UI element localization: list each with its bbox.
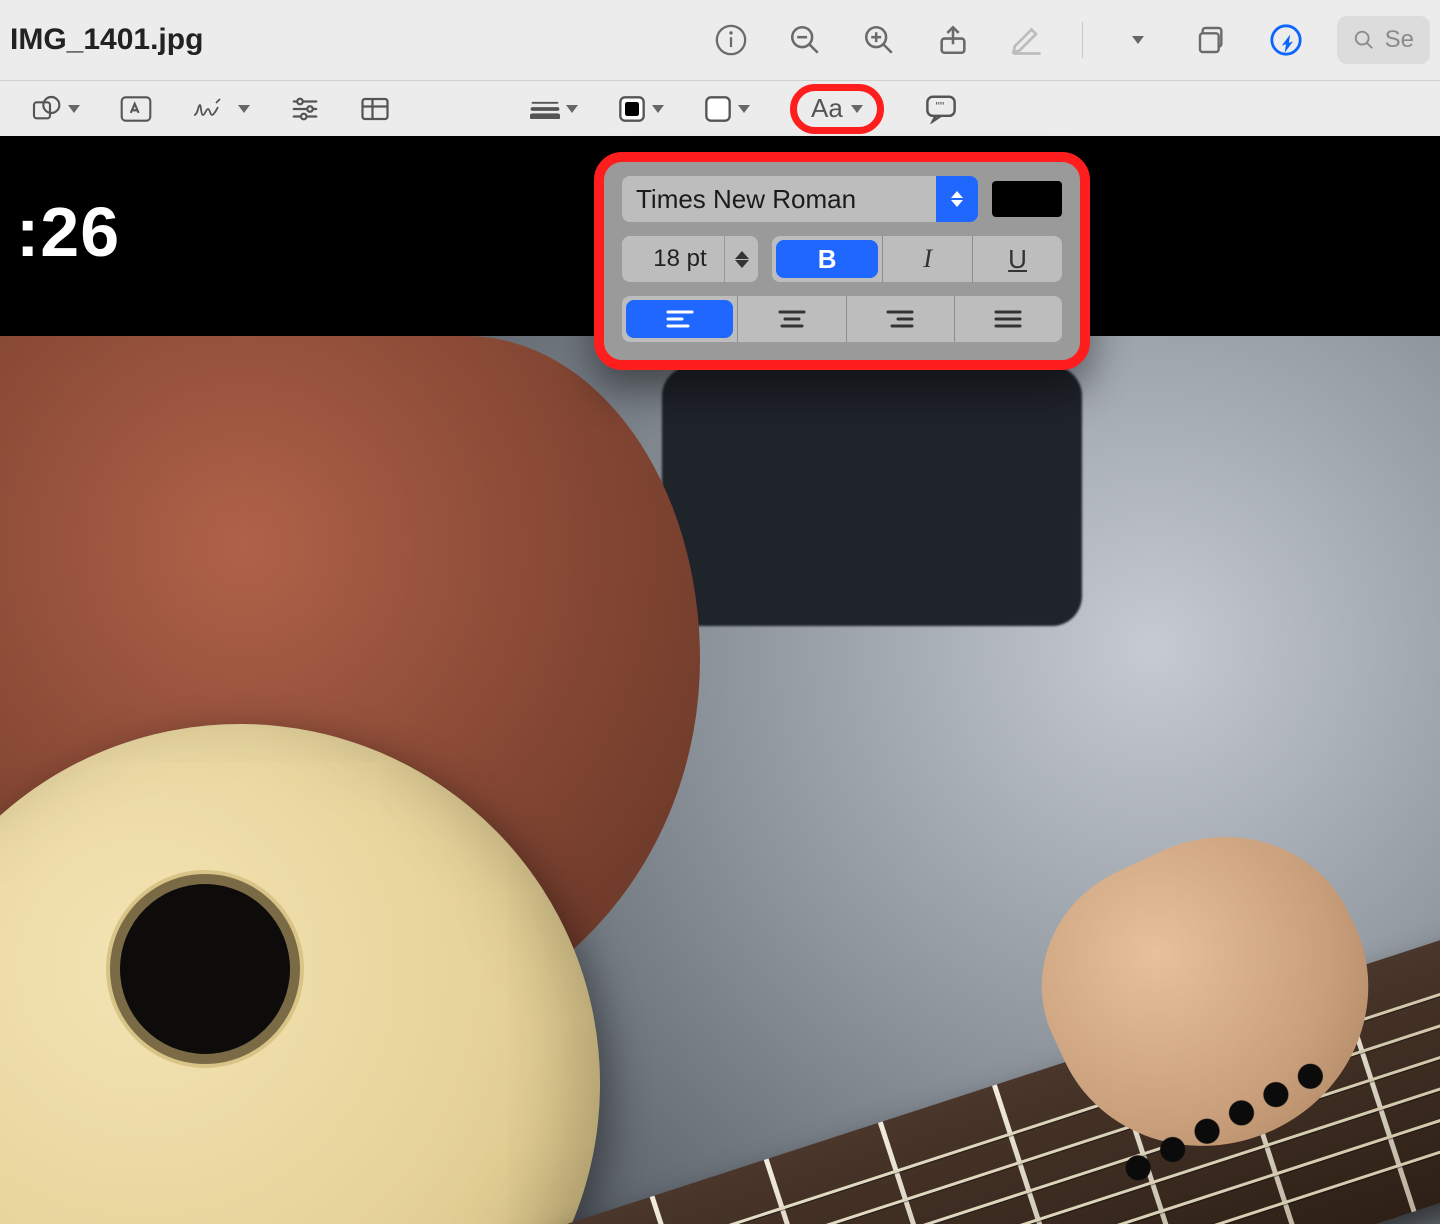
- zoom-in-button[interactable]: [856, 17, 902, 63]
- more-button[interactable]: [1115, 17, 1161, 63]
- photo-background-object: [662, 366, 1082, 626]
- underline-button[interactable]: U: [973, 236, 1062, 282]
- select-handle-icon: [936, 176, 978, 222]
- text-style-popover: Times New Roman 18 pt B I U: [594, 152, 1090, 370]
- sign-menu[interactable]: [192, 91, 250, 127]
- font-size-field[interactable]: 18 pt: [622, 236, 758, 282]
- text-style-label: Aa: [811, 93, 843, 124]
- fill-color-menu[interactable]: [704, 91, 750, 127]
- timestamp-overlay: :26: [16, 192, 120, 272]
- title-bar: IMG_1401.jpg Se: [0, 0, 1440, 80]
- chevron-down-icon: [652, 105, 664, 113]
- search-placeholder: Se: [1385, 26, 1414, 54]
- italic-button[interactable]: I: [883, 236, 972, 282]
- info-button[interactable]: [708, 17, 754, 63]
- align-right-button[interactable]: [847, 296, 954, 342]
- markup-mode-button[interactable]: [1263, 17, 1309, 63]
- font-style-segmented: B I U: [772, 236, 1062, 282]
- stroke-weight-menu[interactable]: [530, 91, 578, 127]
- font-size-stepper[interactable]: [724, 236, 758, 282]
- font-size-value: 18 pt: [636, 245, 724, 273]
- text-color-swatch[interactable]: [992, 181, 1062, 217]
- align-center-button[interactable]: [738, 296, 845, 342]
- crop-button[interactable]: [360, 91, 390, 127]
- chevron-down-icon: [566, 105, 578, 113]
- alignment-segmented: [622, 296, 1062, 342]
- markup-toolbar: Aa "": [0, 80, 1440, 136]
- file-title: IMG_1401.jpg: [10, 23, 203, 57]
- font-family-select[interactable]: Times New Roman: [622, 176, 978, 222]
- bold-button[interactable]: B: [776, 240, 878, 278]
- shapes-menu[interactable]: [30, 91, 80, 127]
- window-mode-button[interactable]: [1189, 17, 1235, 63]
- text-box-button[interactable]: [120, 91, 152, 127]
- toolbar-divider: [1082, 22, 1083, 58]
- zoom-out-button[interactable]: [782, 17, 828, 63]
- title-actions: Se: [708, 16, 1430, 64]
- chevron-down-icon: [851, 105, 863, 113]
- font-family-value: Times New Roman: [636, 184, 936, 215]
- markup-toggle-button[interactable]: [1004, 17, 1050, 63]
- stroke-color-menu[interactable]: [618, 91, 664, 127]
- annotation-button[interactable]: "": [924, 91, 958, 127]
- chevron-down-icon: [1132, 36, 1144, 44]
- search-icon: [1353, 29, 1375, 51]
- image-canvas[interactable]: [0, 336, 1440, 1224]
- adjust-color-button[interactable]: [290, 91, 320, 127]
- chevron-down-icon: [238, 105, 250, 113]
- svg-text:"": "": [935, 99, 944, 113]
- chevron-down-icon: [68, 105, 80, 113]
- share-button[interactable]: [930, 17, 976, 63]
- text-style-menu[interactable]: Aa: [790, 84, 884, 134]
- chevron-down-icon: [738, 105, 750, 113]
- search-field[interactable]: Se: [1337, 16, 1430, 64]
- align-left-button[interactable]: [626, 300, 733, 338]
- align-justify-button[interactable]: [955, 296, 1062, 342]
